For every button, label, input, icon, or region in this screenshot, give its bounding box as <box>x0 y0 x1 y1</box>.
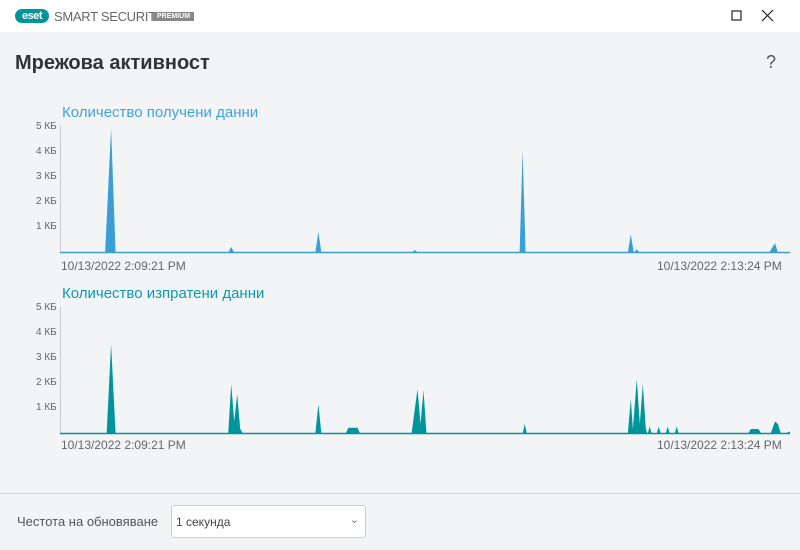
maximize-button[interactable] <box>727 6 747 26</box>
received-end-time: 10/13/2022 2:13:24 PM <box>657 259 782 273</box>
refresh-rate-value: 1 секунда <box>176 515 231 529</box>
title-bar: eset SMART SECURITY PREMIUM <box>0 0 800 32</box>
product-name: SMART SECURITY <box>54 9 165 24</box>
chevron-down-icon: ⌄ <box>349 514 359 526</box>
eset-logo: eset <box>15 9 49 23</box>
refresh-rate-select[interactable]: 1 секунда ⌄ <box>171 505 366 538</box>
sent-start-time: 10/13/2022 2:09:21 PM <box>61 438 186 452</box>
received-start-time: 10/13/2022 2:09:21 PM <box>61 259 186 273</box>
chart-canvas <box>60 306 790 435</box>
data-area <box>60 344 790 434</box>
refresh-rate-label: Честота на обновяване <box>17 514 159 529</box>
maximize-icon <box>731 10 742 21</box>
data-area <box>60 128 790 253</box>
footer-divider <box>0 493 800 494</box>
close-icon <box>761 9 774 22</box>
close-button[interactable] <box>758 6 778 26</box>
help-button[interactable]: ? <box>766 52 776 73</box>
sent-end-time: 10/13/2022 2:13:24 PM <box>657 438 782 452</box>
edition-badge: PREMIUM <box>153 12 195 21</box>
page-title: Мрежова активност <box>15 52 210 74</box>
chart-canvas <box>60 125 790 254</box>
